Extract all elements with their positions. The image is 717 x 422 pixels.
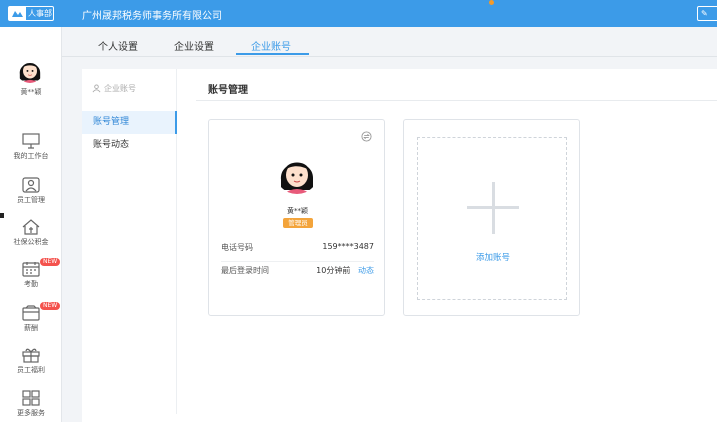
notification-dot	[489, 0, 494, 5]
wallet-icon	[22, 305, 40, 321]
top-bar: 人事部 广州晟邦税务师事务所有限公司 ✎	[0, 0, 717, 27]
nav-label: 我的工作台	[13, 152, 49, 160]
row-divider	[221, 261, 374, 262]
last-login-row: 最后登录时间 10分钟前 动态	[221, 265, 374, 276]
top-right-button[interactable]: ✎	[697, 6, 717, 21]
new-badge: NEW	[40, 302, 61, 310]
nav-label: 员工福利	[17, 366, 45, 374]
nav-label: 更多服务	[17, 409, 45, 417]
main-panel: 企业账号 账号管理 账号动态 账号管理 黄**颖 管理员 电话号码 159***…	[82, 69, 717, 422]
tab-personal-settings[interactable]: 个人设置	[98, 38, 138, 53]
add-account-label[interactable]: 添加账号	[418, 251, 568, 263]
tab-enterprise-account[interactable]: 企业账号	[251, 38, 291, 53]
section-title: 账号管理	[208, 85, 248, 96]
logo-text: 人事部	[28, 9, 52, 18]
company-name: 广州晟邦税务师事务所有限公司	[82, 11, 222, 22]
edit-icon: ✎	[701, 9, 708, 18]
tab-enterprise-settings[interactable]: 企业设置	[174, 38, 214, 53]
account-avatar	[275, 150, 319, 194]
phone-label: 电话号码	[221, 243, 253, 252]
nav-item-attendance[interactable]: NEW 考勤	[0, 258, 62, 289]
settings-tabs: 个人设置 企业设置 企业账号	[62, 27, 717, 57]
nav-label: 薪酬	[24, 324, 38, 332]
nav-label: 员工管理	[17, 196, 45, 204]
nav-item-workbench[interactable]: 我的工作台	[0, 133, 62, 161]
switch-icon[interactable]	[361, 131, 372, 142]
account-card: 黄**颖 管理员 电话号码 159****3487 最后登录时间 10分钟前 动…	[208, 119, 385, 316]
new-badge: NEW	[40, 258, 61, 266]
nav-item-benefits[interactable]: 员工福利	[0, 347, 62, 375]
sub-sidebar-header: 企业账号	[92, 83, 136, 94]
employee-icon	[22, 177, 40, 193]
sidebar-user-name: 黄**颖	[20, 88, 42, 96]
phone-value: 159****3487	[322, 242, 374, 251]
nav-label: 社保公积金	[13, 238, 49, 246]
nav-item-salary[interactable]: NEW 薪酬	[0, 302, 62, 333]
last-login-group: 10分钟前 动态	[316, 265, 374, 276]
window-edge-marker	[0, 213, 4, 218]
grid-icon	[22, 390, 40, 406]
nav-item-social-security[interactable]: 社保公积金	[0, 219, 62, 247]
last-login-value: 10分钟前	[316, 266, 351, 275]
calendar-icon	[22, 262, 40, 277]
user-icon	[92, 84, 101, 93]
house-icon	[22, 219, 40, 235]
phone-row: 电话号码 159****3487	[221, 242, 374, 253]
gift-icon	[22, 348, 40, 363]
plus-icon-vertical	[492, 182, 495, 234]
section-divider	[196, 100, 717, 101]
nav-label: 考勤	[24, 280, 38, 288]
user-avatar[interactable]	[16, 55, 44, 83]
add-account-card[interactable]: 添加账号	[403, 119, 580, 316]
subnav-account-management[interactable]: 账号管理	[82, 111, 177, 134]
monitor-icon	[22, 133, 40, 149]
subnav-account-activity[interactable]: 账号动态	[82, 134, 177, 157]
nav-item-employees[interactable]: 员工管理	[0, 177, 62, 205]
sub-sidebar-title: 企业账号	[104, 84, 136, 93]
last-login-label: 最后登录时间	[221, 266, 269, 275]
account-name: 黄**颖	[287, 207, 308, 215]
active-tab-indicator	[236, 53, 309, 55]
sub-sidebar: 企业账号 账号管理 账号动态	[82, 69, 177, 414]
activity-link[interactable]: 动态	[358, 266, 374, 275]
logo-icon	[9, 7, 26, 20]
admin-badge: 管理员	[283, 218, 313, 228]
app-logo[interactable]: 人事部	[8, 6, 54, 21]
nav-item-more-services[interactable]: 更多服务	[0, 390, 62, 418]
add-account-dropzone[interactable]: 添加账号	[417, 137, 567, 300]
main-sidebar: 黄**颖 我的工作台 员工管理 社保公积金 NEW 考勤 NEW 薪酬 员工福利…	[0, 27, 62, 422]
